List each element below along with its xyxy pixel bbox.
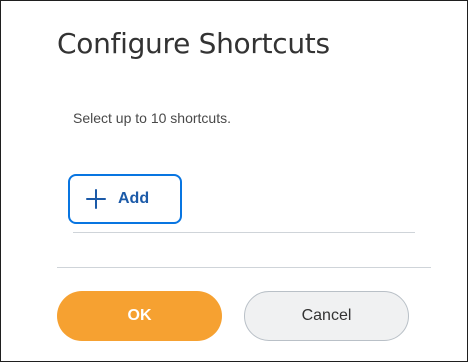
dialog-title: Configure Shortcuts	[57, 27, 330, 60]
add-button-label: Add	[118, 190, 150, 207]
configure-shortcuts-dialog: Configure Shortcuts Select up to 10 shor…	[0, 0, 468, 362]
ok-button[interactable]: OK	[57, 291, 222, 341]
plus-icon	[86, 189, 106, 209]
instruction-text: Select up to 10 shortcuts.	[73, 110, 231, 126]
footer-divider	[57, 267, 431, 268]
add-shortcut-button[interactable]: Add	[68, 174, 182, 224]
shortcut-list-divider	[73, 232, 415, 233]
cancel-button[interactable]: Cancel	[244, 291, 409, 341]
